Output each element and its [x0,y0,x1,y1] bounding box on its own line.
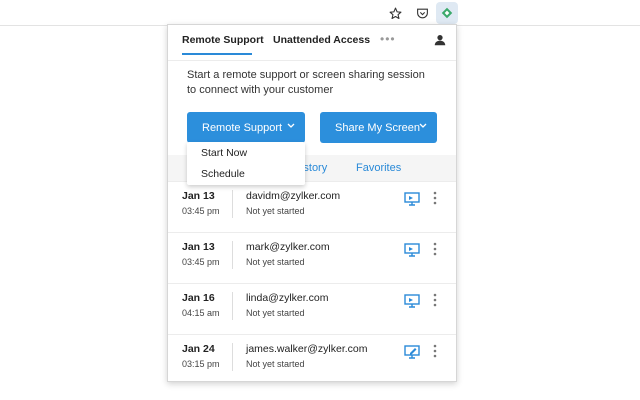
tab-remote-support[interactable]: Remote Support [182,34,264,55]
popup-tabs: Remote Support Unattended Access ••• [168,25,456,61]
more-vertical-icon[interactable] [432,292,438,308]
active-tab-indicator [182,53,252,55]
tab-unattended-access[interactable]: Unattended Access [273,34,370,46]
remote-support-dropdown: Start Now Schedule [187,142,305,185]
session-email: linda@zylker.com [246,292,329,304]
tab-unattended-access-label: Unattended Access [273,34,371,46]
chevron-down-icon [419,123,427,128]
session-row[interactable]: Jan 13 03:45 pm davidm@zylker.com Not ye… [168,182,456,233]
session-row[interactable]: Jan 24 03:15 pm james.walker@zylker.com … [168,335,456,386]
chevron-down-icon [287,123,295,128]
session-email: mark@zylker.com [246,241,330,253]
session-status: Not yet started [246,206,305,216]
session-status: Not yet started [246,308,305,318]
session-status: Not yet started [246,359,305,369]
screen-share-icon[interactable] [404,192,420,206]
more-vertical-icon[interactable] [432,190,438,206]
tab-favorites[interactable]: Favorites [356,162,401,174]
dropdown-item-start-now[interactable]: Start Now [201,147,247,159]
more-vertical-icon[interactable] [432,343,438,359]
session-date: Jan 16 [182,292,215,304]
assist-popup: Remote Support Unattended Access ••• Sta… [167,24,457,382]
user-icon[interactable] [433,33,447,47]
row-divider [232,190,233,218]
session-time: 04:15 am [182,308,220,318]
session-date: Jan 24 [182,343,215,355]
session-date: Jan 13 [182,190,215,202]
assist-extension-icon[interactable] [436,2,458,24]
row-divider [232,241,233,269]
share-my-screen-button[interactable]: Share My Screen [320,112,437,143]
session-status: Not yet started [246,257,305,267]
tab-remote-support-label: Remote Support [182,34,264,46]
row-divider [232,292,233,320]
remote-support-button[interactable]: Remote Support [187,112,305,143]
session-email: james.walker@zylker.com [246,343,368,355]
more-horizontal-icon[interactable]: ••• [380,32,396,46]
schedule-edit-icon[interactable] [404,345,420,359]
session-time: 03:45 pm [182,257,220,267]
share-my-screen-button-label: Share My Screen [335,121,420,134]
pocket-icon[interactable] [413,4,431,22]
more-vertical-icon[interactable] [432,241,438,257]
screen-share-icon[interactable] [404,243,420,257]
row-divider [232,343,233,371]
remote-support-button-label: Remote Support [202,121,283,134]
session-time: 03:15 pm [182,359,220,369]
intro-text: Start a remote support or screen sharing… [187,69,425,96]
screen-share-icon[interactable] [404,294,420,308]
session-row[interactable]: Jan 16 04:15 am linda@zylker.com Not yet… [168,284,456,335]
dropdown-item-schedule[interactable]: Schedule [201,168,245,180]
browser-toolbar [0,0,640,26]
session-email: davidm@zylker.com [246,190,341,202]
session-row[interactable]: Jan 13 03:45 pm mark@zylker.com Not yet … [168,233,456,284]
session-time: 03:45 pm [182,206,220,216]
session-date: Jan 13 [182,241,215,253]
star-icon[interactable] [386,4,404,22]
